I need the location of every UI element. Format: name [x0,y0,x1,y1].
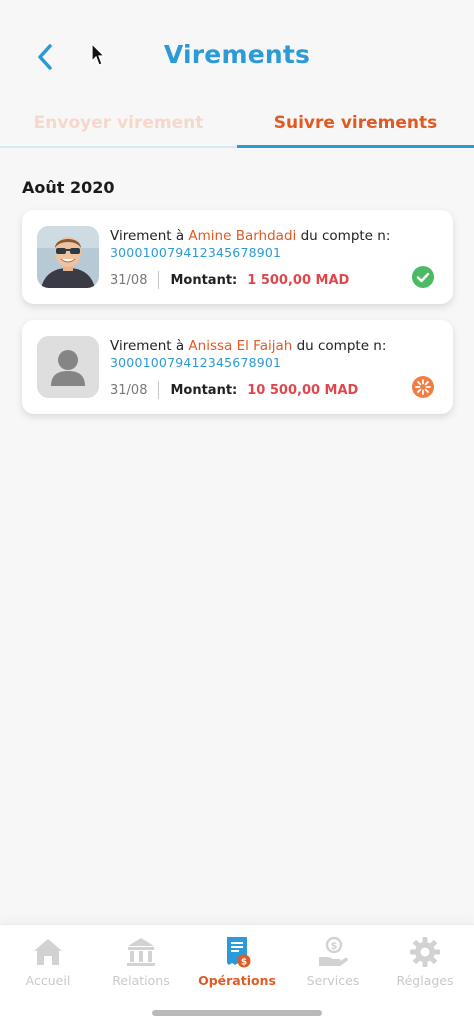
transfer-meta: 31/08 Montant: 1 500,00 MAD [110,271,349,289]
account-number: 3000100794123456789​01 [110,245,282,260]
nav-operations[interactable]: $ Opérations [190,935,284,988]
transfer-prefix: Virement à [110,228,189,244]
home-indicator [152,1010,322,1016]
transfer-date: 31/08 [110,272,148,288]
amount-label: Montant: [170,382,238,398]
amount-label: Montant: [170,272,238,288]
month-section-title: Août 2020 [22,178,115,197]
svg-text:$: $ [241,958,247,968]
transfer-suffix: du compte n: [292,338,387,354]
transfer-prefix: Virement à [110,338,189,354]
transfer-description: Virement à Anissa El Faijah du compte n: [110,338,386,354]
svg-text:$: $ [331,941,338,952]
check-circle-icon [412,266,434,288]
pending-spinner-icon [412,376,434,398]
divider [158,271,160,289]
beneficiary-name: Amine Barhdadi [188,228,297,244]
nav-label: Services [306,973,360,988]
nav-label: Accueil [25,973,71,988]
page-title: Virements [163,40,311,69]
transfer-date: 31/08 [110,382,148,398]
avatar [37,336,99,398]
tab-envoyer-virement[interactable]: Envoyer virement [0,104,237,148]
nav-label: Réglages [396,973,454,988]
nav-relations[interactable]: Relations [94,935,188,988]
nav-accueil[interactable]: Accueil [1,935,95,988]
transfer-card[interactable]: Virement à Anissa El Faijah du compte n:… [22,320,453,414]
nav-label: Relations [112,973,170,988]
receipt-icon: $ [227,937,251,968]
transfer-card[interactable]: Virement à Amine Barhdadi du compte n: 3… [22,210,453,304]
gear-icon [410,937,440,967]
transfer-description: Virement à Amine Barhdadi du compte n: [110,228,390,244]
user-placeholder-icon [37,336,99,398]
user-photo-icon [37,226,99,288]
transfer-suffix: du compte n: [296,228,391,244]
tab-bar: Envoyer virement Suivre virements [0,104,474,148]
tab-suivre-virements[interactable]: Suivre virements [237,104,474,148]
mouse-cursor-icon [91,42,106,66]
divider [158,381,160,399]
header: Virements [0,0,474,100]
beneficiary-name: Anissa El Faijah [188,338,293,354]
bank-icon [127,938,155,966]
nav-reglages[interactable]: Réglages [378,935,472,988]
hand-coin-icon: $ [319,936,348,966]
amount-value: 10 500,00 MAD [247,382,359,398]
nav-label: Opérations [198,973,276,988]
home-icon [34,939,62,965]
account-number: 300010079412345678901 [110,355,282,370]
nav-services[interactable]: $ Services [286,935,380,988]
transfer-meta: 31/08 Montant: 10 500,00 MAD [110,381,358,399]
amount-value: 1 500,00 MAD [247,272,350,288]
avatar [37,226,99,288]
